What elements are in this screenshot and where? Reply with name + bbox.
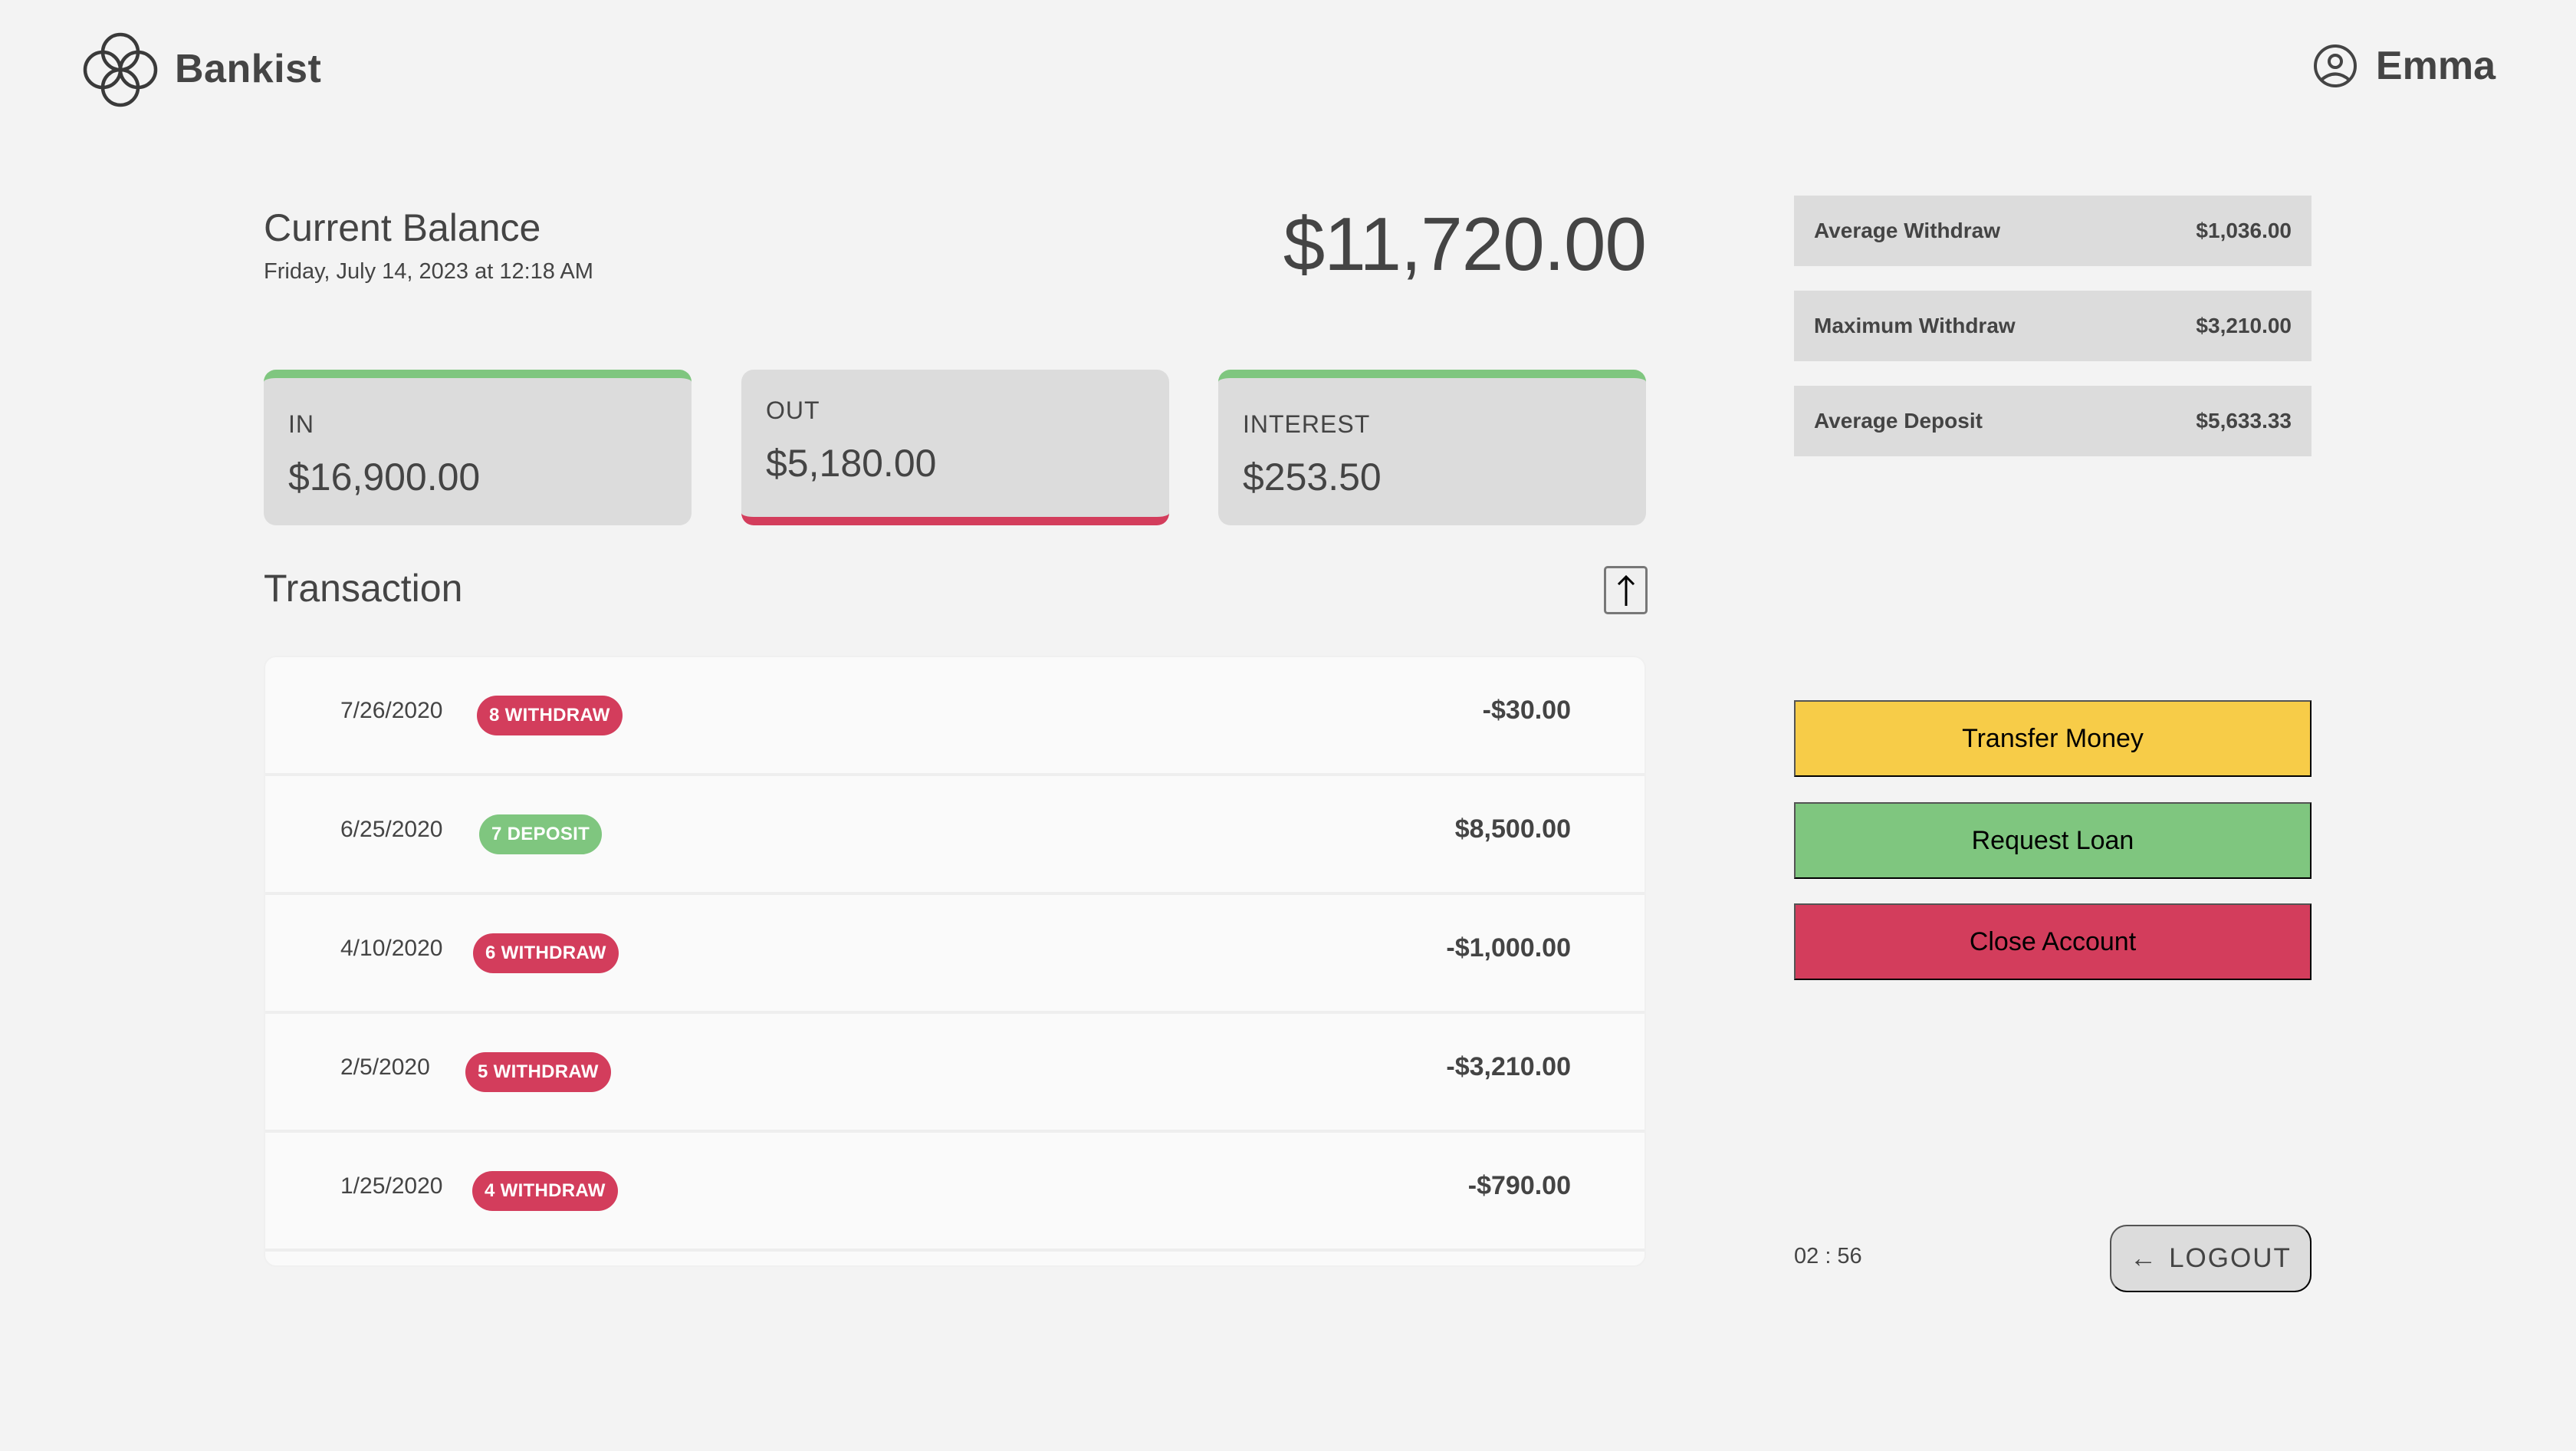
arrow-left-icon: ←: [2130, 1243, 2159, 1273]
brand-name: Bankist: [175, 47, 322, 91]
transaction-date: 2/5/2020: [340, 1055, 430, 1080]
summary-in-label: IN: [288, 410, 314, 438]
stat-value: $1,036.00: [2196, 219, 2292, 242]
transaction-date: 4/10/2020: [340, 936, 443, 961]
stat-value: $5,633.33: [2196, 409, 2292, 433]
request-loan-button[interactable]: Request Loan: [1794, 802, 2312, 879]
close-account-button[interactable]: Close Account: [1794, 903, 2312, 980]
transaction-row-partial: [265, 1252, 1644, 1265]
logo-icon: [83, 32, 158, 107]
stat-label: Average Deposit: [1814, 409, 1983, 433]
user-name: Emma: [2375, 44, 2496, 88]
summary-in-value: $16,900.00: [288, 456, 481, 498]
transaction-row: 4/10/2020 6 WITHDRAW -$1,000.00: [265, 895, 1644, 1014]
summary-out-value: $5,180.00: [766, 442, 937, 485]
transaction-type-badge: 4 WITHDRAW: [472, 1171, 618, 1211]
transaction-date: 7/26/2020: [340, 698, 443, 723]
transaction-date: 6/25/2020: [340, 817, 443, 842]
balance-label: Current Balance: [264, 206, 541, 249]
summary-card-in: IN $16,900.00: [264, 370, 692, 525]
balance-date: Friday, July 14, 2023 at 12:18 AM: [264, 259, 593, 284]
balance-value: $11,720.00: [1283, 202, 1647, 286]
stat-average-deposit: Average Deposit $5,633.33: [1794, 386, 2312, 456]
summary-out-label: OUT: [766, 396, 820, 424]
arrow-up-icon: [1617, 574, 1635, 606]
transaction-amount: -$3,210.00: [1446, 1052, 1571, 1081]
transaction-row: 1/25/2020 4 WITHDRAW -$790.00: [265, 1133, 1644, 1252]
stat-maximum-withdraw: Maximum Withdraw $3,210.00: [1794, 291, 2312, 361]
transaction-type-badge: 5 WITHDRAW: [465, 1052, 611, 1092]
summary-interest-label: INTEREST: [1243, 410, 1371, 438]
transactions-list[interactable]: 7/26/2020 8 WITHDRAW -$30.00 6/25/2020 7…: [264, 656, 1646, 1267]
summary-card-interest: INTEREST $253.50: [1218, 370, 1646, 525]
user-profile[interactable]: Emma: [2313, 43, 2496, 89]
transaction-date: 1/25/2020: [340, 1173, 443, 1199]
transaction-row: 7/26/2020 8 WITHDRAW -$30.00: [265, 657, 1644, 776]
stat-label: Maximum Withdraw: [1814, 314, 2016, 337]
transaction-type-badge: 6 WITHDRAW: [473, 933, 619, 973]
logout-label: LOGOUT: [2169, 1243, 2292, 1273]
transaction-type-badge: 7 DEPOSIT: [479, 814, 603, 854]
summary-interest-value: $253.50: [1243, 456, 1382, 498]
transaction-row: 6/25/2020 7 DEPOSIT $8,500.00: [265, 776, 1644, 895]
transfer-money-button[interactable]: Transfer Money: [1794, 700, 2312, 777]
stat-label: Average Withdraw: [1814, 219, 2000, 242]
transactions-title: Transaction: [264, 567, 463, 610]
logout-timer: 02 : 56: [1794, 1244, 1862, 1268]
transaction-row: 2/5/2020 5 WITHDRAW -$3,210.00: [265, 1014, 1644, 1133]
stat-value: $3,210.00: [2196, 314, 2292, 337]
transaction-amount: -$30.00: [1482, 696, 1571, 725]
summary-card-out: OUT $5,180.00: [741, 370, 1169, 525]
transaction-amount: -$790.00: [1467, 1171, 1571, 1200]
sort-button[interactable]: [1604, 566, 1648, 614]
logout-button[interactable]: ← LOGOUT: [2110, 1225, 2312, 1292]
transaction-type-badge: 8 WITHDRAW: [477, 696, 623, 735]
transaction-amount: -$1,000.00: [1446, 933, 1571, 962]
stat-average-withdraw: Average Withdraw $1,036.00: [1794, 196, 2312, 266]
user-circle-icon: [2313, 44, 2357, 87]
transaction-amount: $8,500.00: [1454, 814, 1571, 844]
